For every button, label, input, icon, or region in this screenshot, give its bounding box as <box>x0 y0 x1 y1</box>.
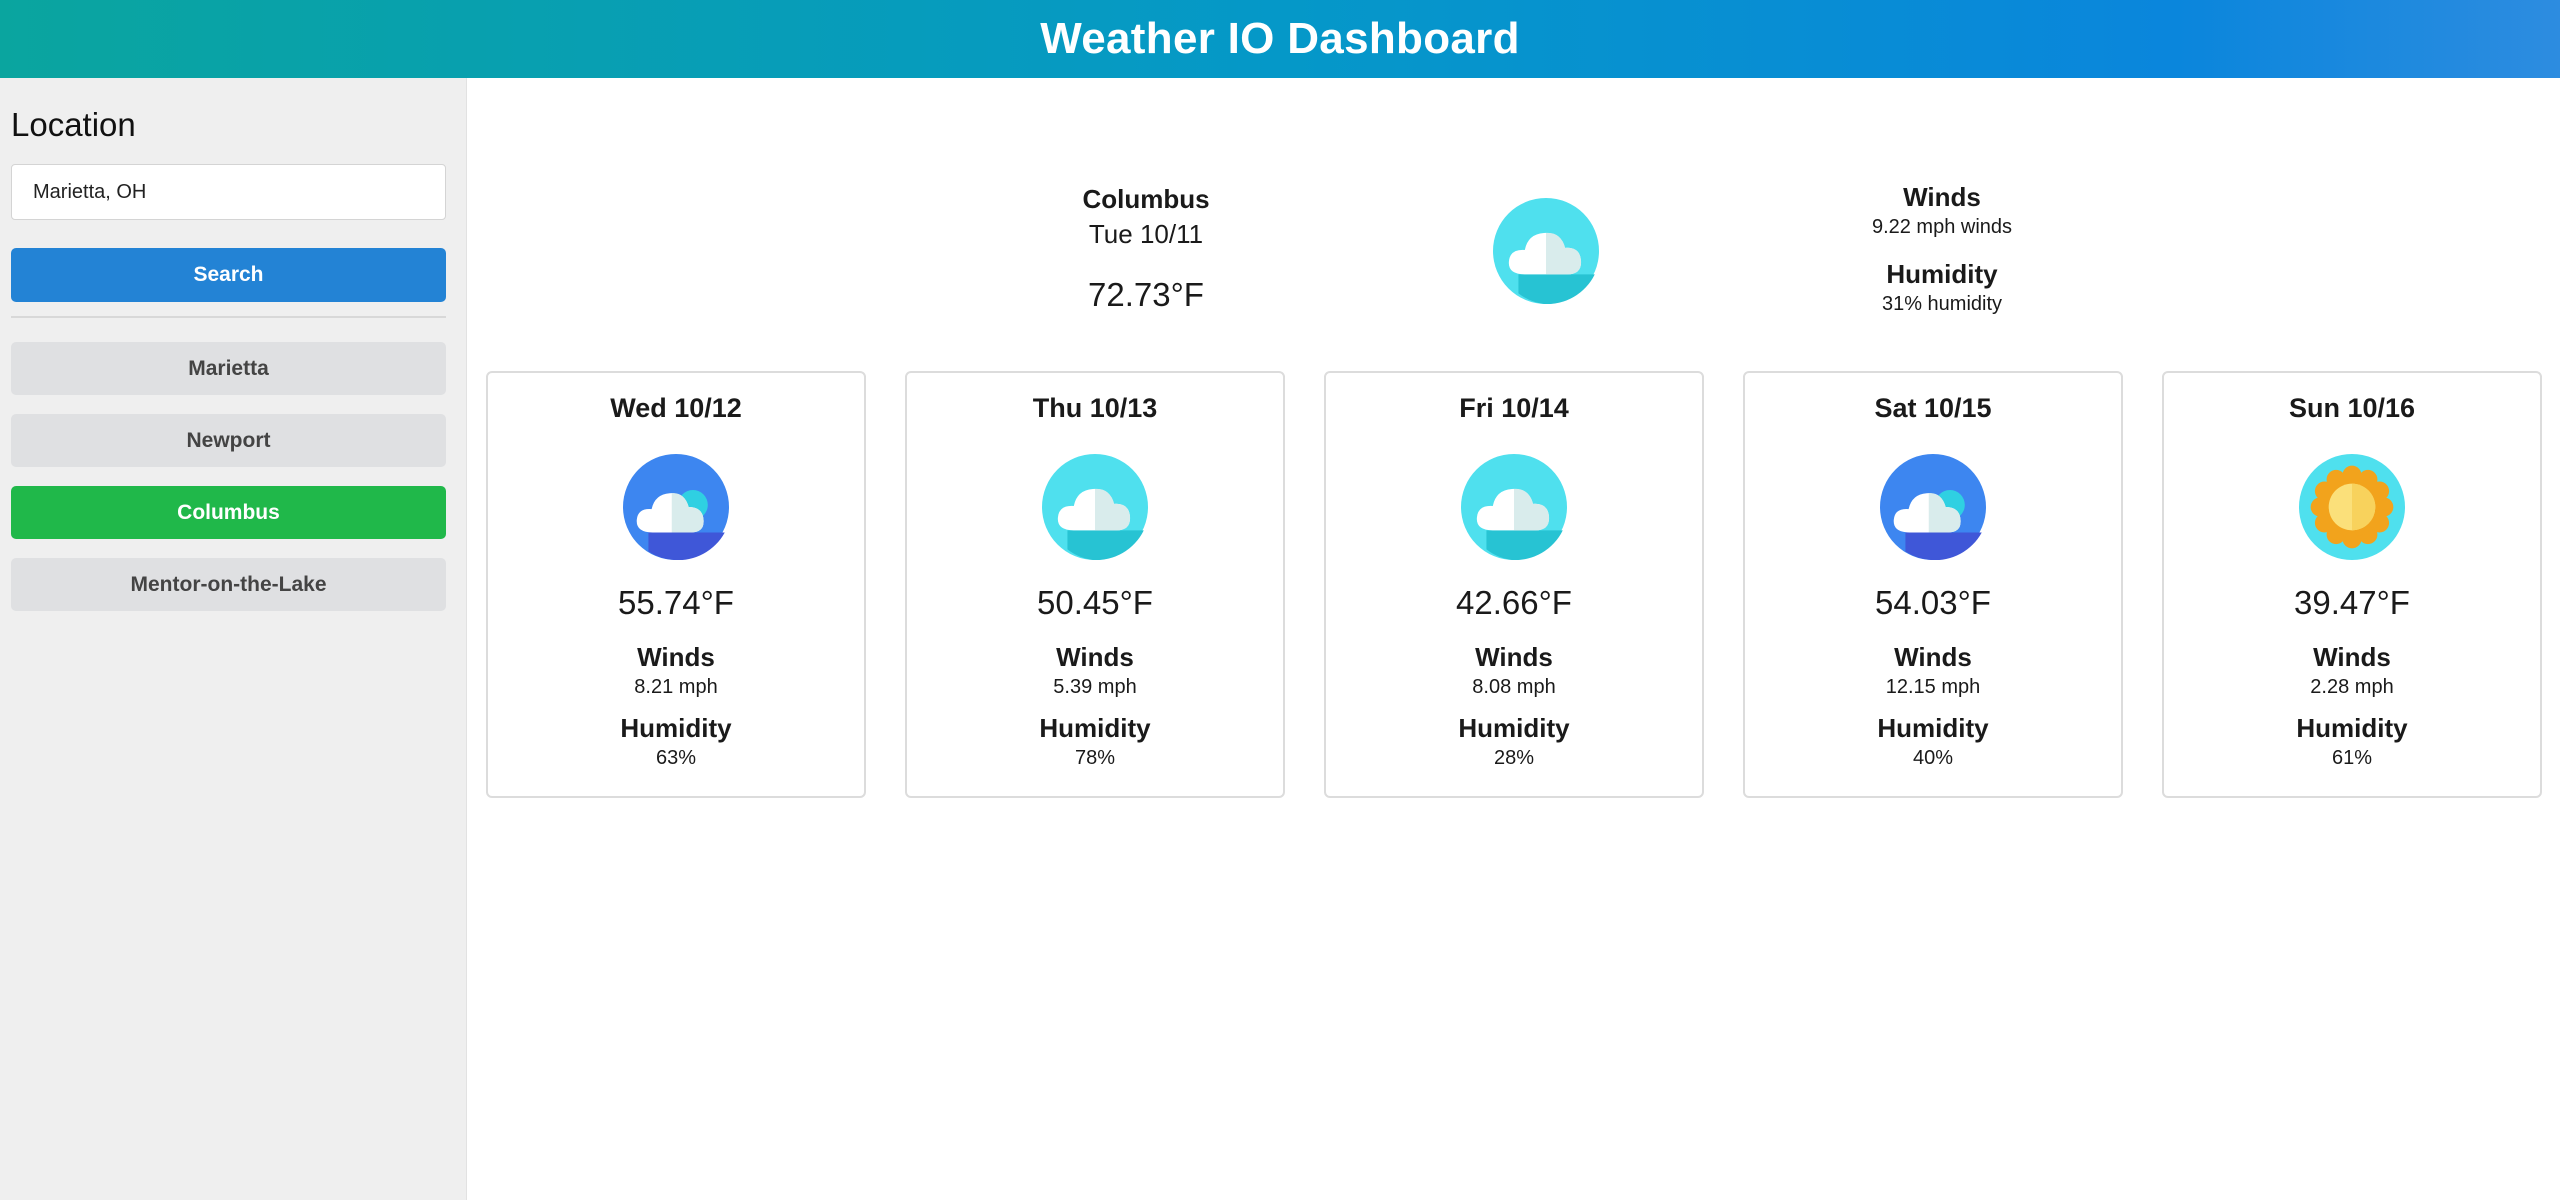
forecast-humidity-label: Humidity <box>1458 713 1570 743</box>
forecast-date: Wed 10/12 <box>610 393 742 423</box>
forecast-humidity-label: Humidity <box>620 713 732 743</box>
current-winds-label: Winds <box>1903 182 1981 212</box>
sidebar-divider <box>11 316 446 318</box>
forecast-winds-value: 12.15 mph <box>1885 676 1981 698</box>
city-button-mentor-on-the-lake[interactable]: Mentor-on-the-Lake <box>11 558 446 611</box>
location-heading: Location <box>11 106 136 143</box>
cloud-icon <box>1493 198 1599 305</box>
current-winds-value: 9.22 mph winds <box>1871 216 2013 238</box>
current-date: Tue 10/11 <box>1088 219 1204 249</box>
current-humidity-label: Humidity <box>1886 259 1998 289</box>
saved-cities-list: Marietta Newport Columbus Mentor-on-the-… <box>11 342 455 611</box>
forecast-humidity-value: 28% <box>1493 747 1535 769</box>
forecast-temp: 55.74°F <box>618 584 734 621</box>
forecast-card: Fri 10/14 42.66°F Winds 8.08 mph Humidit… <box>1324 371 1704 798</box>
forecast-card: Wed 10/12 55.74°F Winds 8.21 mph Humidit… <box>486 371 866 798</box>
forecast-winds-value: 5.39 mph <box>1053 676 1137 698</box>
current-weather: Columbus Tue 10/11 72.73°F Winds 9.22 mp… <box>486 78 2541 370</box>
forecast-temp: 42.66°F <box>1456 584 1572 621</box>
forecast-humidity-label: Humidity <box>1877 713 1989 743</box>
forecast-date: Sat 10/15 <box>1874 393 1992 423</box>
sun-icon <box>2299 454 2405 560</box>
location-search-input[interactable] <box>11 164 446 220</box>
forecast-card: Sat 10/15 54.03°F Winds 12.15 mph Humidi… <box>1743 371 2123 798</box>
forecast-winds-value: 8.08 mph <box>1472 676 1556 698</box>
forecast-winds-value: 2.28 mph <box>2310 676 2394 698</box>
current-humidity-value: 31% humidity <box>1881 293 2003 315</box>
forecast-temp: 54.03°F <box>1875 584 1991 621</box>
app-layout: Location Search Marietta Newport Columbu… <box>0 78 2560 1200</box>
forecast-humidity-value: 61% <box>2331 747 2373 769</box>
forecast-winds-label: Winds <box>1894 642 1972 672</box>
city-button-newport[interactable]: Newport <box>11 414 446 467</box>
current-stats: Winds 9.22 mph winds Humidity 31% humidi… <box>1772 182 2112 316</box>
forecast-temp: 50.45°F <box>1037 584 1153 621</box>
forecast-card: Sun 10/16 39.47°F Winds 2.28 mph Humidit… <box>2162 371 2542 798</box>
current-summary: Columbus Tue 10/11 72.73°F <box>1046 184 1246 314</box>
current-temp: 72.73°F <box>1088 276 1204 313</box>
main-content: Columbus Tue 10/11 72.73°F Winds 9.22 mp… <box>467 78 2560 1200</box>
forecast-cards: Wed 10/12 55.74°F Winds 8.21 mph Humidit… <box>486 371 2542 798</box>
app-header: Weather IO Dashboard <box>0 0 2560 78</box>
forecast-winds-label: Winds <box>2313 642 2391 672</box>
sidebar: Location Search Marietta Newport Columbu… <box>0 78 467 1200</box>
current-city: Columbus <box>1082 184 1210 214</box>
city-button-columbus[interactable]: Columbus <box>11 486 446 539</box>
forecast-date: Sun 10/16 <box>2288 393 2416 423</box>
forecast-humidity-value: 78% <box>1074 747 1116 769</box>
forecast-humidity-value: 63% <box>655 747 697 769</box>
forecast-winds-value: 8.21 mph <box>634 676 718 698</box>
app-title: Weather IO Dashboard <box>1040 14 1520 63</box>
forecast-date: Thu 10/13 <box>1032 393 1158 423</box>
forecast-winds-label: Winds <box>1056 642 1134 672</box>
forecast-humidity-label: Humidity <box>1039 713 1151 743</box>
search-button[interactable]: Search <box>11 248 446 302</box>
forecast-card: Thu 10/13 50.45°F Winds 5.39 mph Humidit… <box>905 371 1285 798</box>
city-button-marietta[interactable]: Marietta <box>11 342 446 395</box>
forecast-temp: 39.47°F <box>2294 584 2410 621</box>
forecast-date: Fri 10/14 <box>1459 393 1569 423</box>
cloud-blue-icon <box>1880 454 1986 561</box>
forecast-winds-label: Winds <box>637 642 715 672</box>
forecast-humidity-label: Humidity <box>2296 713 2408 743</box>
cloud-icon <box>1461 454 1567 561</box>
forecast-humidity-value: 40% <box>1912 747 1954 769</box>
forecast-winds-label: Winds <box>1475 642 1553 672</box>
cloud-blue-icon <box>623 454 729 561</box>
cloud-icon <box>1042 454 1148 561</box>
